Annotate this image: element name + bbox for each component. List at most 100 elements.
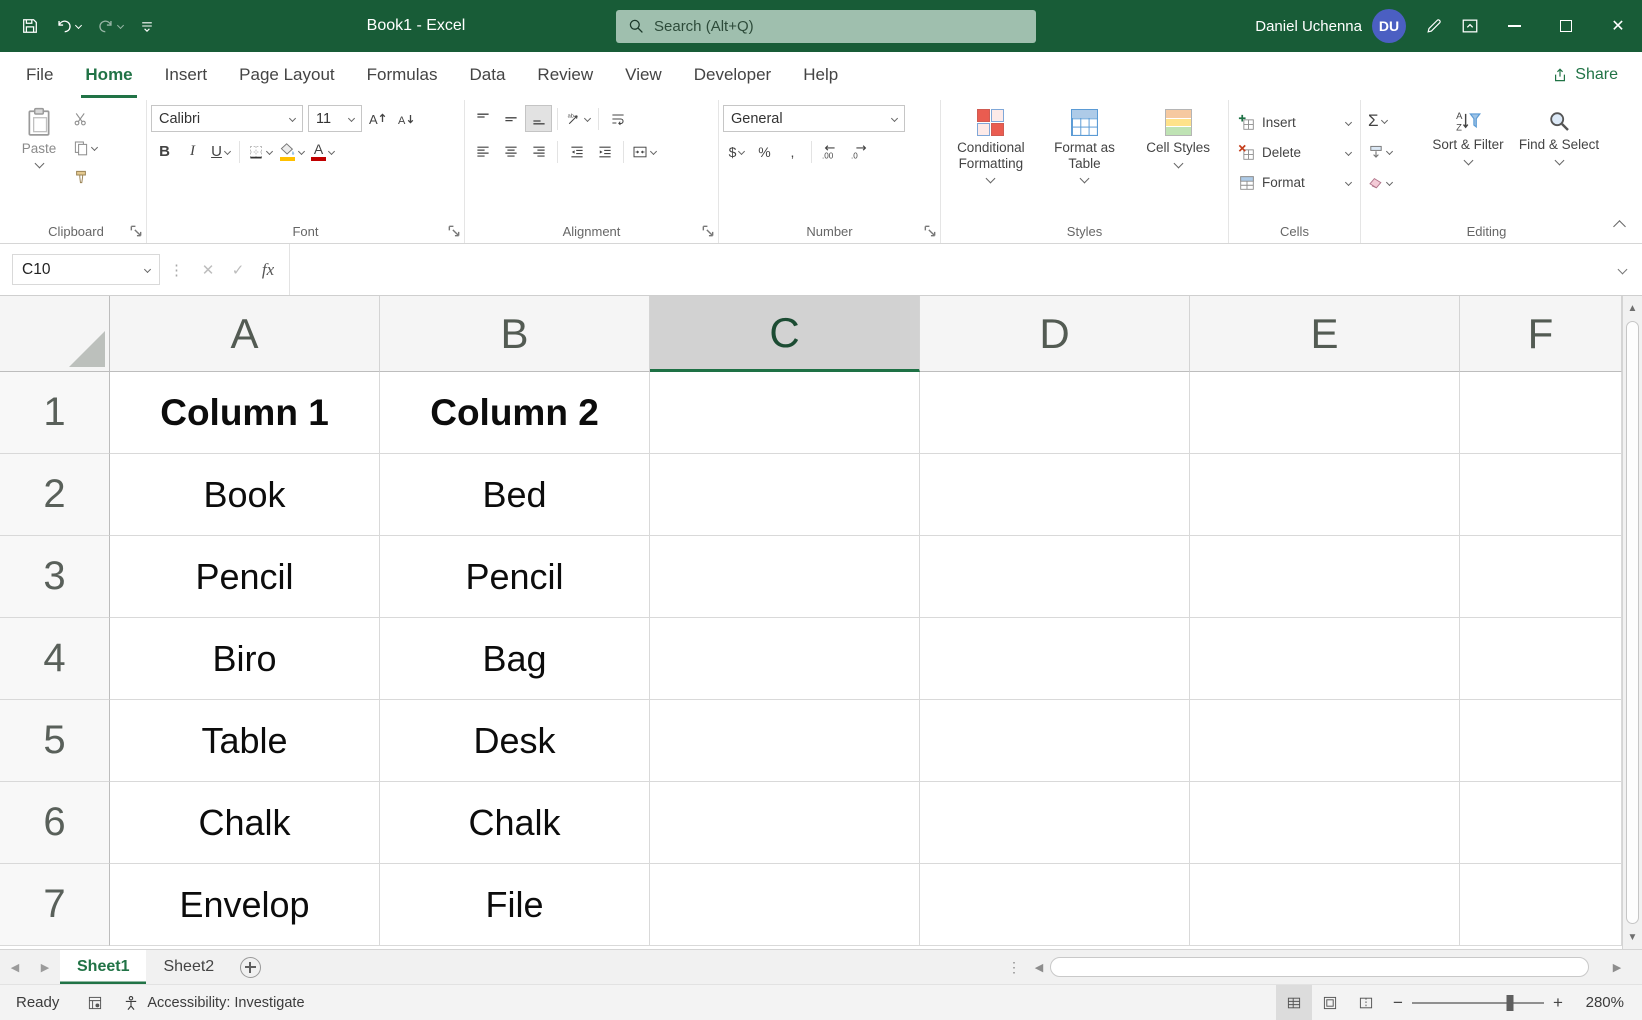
inking-button[interactable] bbox=[1418, 11, 1450, 41]
cell[interactable] bbox=[650, 782, 920, 864]
cell[interactable] bbox=[1190, 536, 1460, 618]
cell[interactable] bbox=[920, 454, 1190, 536]
cell[interactable] bbox=[1460, 372, 1622, 454]
format-painter-button[interactable] bbox=[70, 163, 100, 190]
number-format-select[interactable]: General bbox=[723, 105, 905, 132]
cell[interactable]: Column 1 bbox=[110, 372, 380, 454]
cell[interactable]: File bbox=[380, 864, 650, 946]
merge-center-button[interactable] bbox=[629, 138, 659, 165]
tab-scrollbar-splitter[interactable]: ⋮ bbox=[1000, 950, 1028, 984]
ribbon-display-options-button[interactable] bbox=[1454, 11, 1486, 41]
vertical-scrollbar[interactable]: ▲ ▼ bbox=[1622, 296, 1642, 949]
search-input[interactable] bbox=[654, 18, 1024, 35]
tab-data[interactable]: Data bbox=[454, 52, 522, 98]
comma-style-button[interactable]: , bbox=[779, 138, 806, 165]
sheet-tab-sheet2[interactable]: Sheet2 bbox=[146, 950, 231, 984]
column-header-d[interactable]: D bbox=[920, 296, 1190, 372]
clear-button[interactable] bbox=[1365, 169, 1421, 196]
redo-button[interactable] bbox=[90, 11, 130, 41]
underline-button[interactable]: U bbox=[207, 138, 234, 165]
paste-button[interactable]: Paste bbox=[10, 102, 68, 219]
horizontal-scrollbar[interactable]: ◀ ▶ bbox=[1028, 950, 1628, 984]
tab-formulas[interactable]: Formulas bbox=[351, 52, 454, 98]
cell[interactable] bbox=[1190, 782, 1460, 864]
horizontal-scroll-thumb[interactable] bbox=[1050, 957, 1589, 977]
sheet-tab-sheet1[interactable]: Sheet1 bbox=[60, 950, 146, 984]
cell[interactable] bbox=[920, 864, 1190, 946]
align-right-button[interactable] bbox=[525, 138, 552, 165]
italic-button[interactable]: I bbox=[179, 138, 206, 165]
select-all-button[interactable] bbox=[0, 296, 110, 372]
increase-indent-button[interactable] bbox=[591, 138, 618, 165]
formula-bar-expand-chevron[interactable] bbox=[1618, 265, 1628, 275]
tab-page-layout[interactable]: Page Layout bbox=[223, 52, 350, 98]
cell[interactable] bbox=[650, 536, 920, 618]
column-header-b[interactable]: B bbox=[380, 296, 650, 372]
cell[interactable] bbox=[1460, 618, 1622, 700]
cell[interactable] bbox=[920, 372, 1190, 454]
collapse-ribbon-button[interactable] bbox=[1613, 220, 1626, 233]
user-name[interactable]: Daniel Uchenna bbox=[1255, 18, 1362, 35]
zoom-level[interactable]: 280% bbox=[1572, 994, 1642, 1011]
minimize-button[interactable] bbox=[1490, 0, 1538, 52]
cell[interactable] bbox=[1460, 536, 1622, 618]
cell[interactable] bbox=[920, 782, 1190, 864]
cell[interactable] bbox=[650, 454, 920, 536]
scroll-up-icon[interactable]: ▲ bbox=[1623, 296, 1642, 320]
autosum-button[interactable]: Σ bbox=[1365, 107, 1421, 134]
close-button[interactable]: ✕ bbox=[1594, 0, 1642, 52]
add-sheet-button[interactable] bbox=[231, 950, 269, 984]
percent-style-button[interactable]: % bbox=[751, 138, 778, 165]
cell[interactable] bbox=[1190, 618, 1460, 700]
page-layout-view-button[interactable] bbox=[1312, 985, 1348, 1020]
find-select-button[interactable]: Find & Select bbox=[1515, 102, 1603, 219]
cancel-button[interactable]: ✕ bbox=[193, 255, 223, 285]
font-name-select[interactable]: Calibri bbox=[151, 105, 303, 132]
horizontal-scroll-track[interactable] bbox=[1050, 956, 1606, 978]
font-dialog-launcher[interactable] bbox=[446, 223, 461, 238]
macro-record-button[interactable] bbox=[79, 995, 111, 1011]
scroll-down-icon[interactable]: ▼ bbox=[1623, 925, 1642, 949]
cell[interactable]: Book bbox=[110, 454, 380, 536]
row-header[interactable]: 3 bbox=[0, 536, 110, 618]
cell[interactable]: Bed bbox=[380, 454, 650, 536]
customize-toolbar-button[interactable] bbox=[132, 12, 162, 40]
align-center-button[interactable] bbox=[497, 138, 524, 165]
increase-font-size-button[interactable] bbox=[363, 105, 390, 132]
bold-button[interactable]: B bbox=[151, 138, 178, 165]
sort-filter-button[interactable]: Sort & Filter bbox=[1424, 102, 1512, 219]
cell[interactable]: Bag bbox=[380, 618, 650, 700]
avatar[interactable]: DU bbox=[1372, 9, 1406, 43]
middle-align-button[interactable] bbox=[497, 105, 524, 132]
column-header-c[interactable]: C bbox=[650, 296, 920, 372]
share-button[interactable]: Share bbox=[1552, 52, 1618, 98]
number-dialog-launcher[interactable] bbox=[922, 223, 937, 238]
bottom-align-button[interactable] bbox=[525, 105, 552, 132]
cell[interactable] bbox=[1460, 454, 1622, 536]
fill-color-button[interactable] bbox=[276, 138, 307, 165]
cell[interactable] bbox=[920, 618, 1190, 700]
zoom-in-button[interactable]: + bbox=[1544, 993, 1572, 1013]
conditional-formatting-button[interactable]: Conditional Formatting bbox=[945, 102, 1037, 219]
name-box[interactable]: C10 bbox=[12, 254, 160, 285]
tab-insert[interactable]: Insert bbox=[149, 52, 224, 98]
clipboard-dialog-launcher[interactable] bbox=[128, 223, 143, 238]
cell[interactable] bbox=[650, 372, 920, 454]
cell[interactable]: Table bbox=[110, 700, 380, 782]
decrease-decimal-button[interactable] bbox=[846, 138, 874, 165]
normal-view-button[interactable] bbox=[1276, 985, 1312, 1020]
delete-cells-button[interactable]: Delete bbox=[1233, 140, 1356, 165]
tab-view[interactable]: View bbox=[609, 52, 678, 98]
tab-review[interactable]: Review bbox=[521, 52, 609, 98]
formula-bar-splitter[interactable]: ⋮ bbox=[160, 261, 193, 279]
cell[interactable]: Chalk bbox=[110, 782, 380, 864]
zoom-slider-thumb[interactable] bbox=[1506, 995, 1513, 1011]
insert-cells-button[interactable]: Insert bbox=[1233, 110, 1356, 135]
column-header-a[interactable]: A bbox=[110, 296, 380, 372]
sheet-nav-right-icon[interactable]: ▶ bbox=[30, 950, 60, 984]
cell[interactable]: Pencil bbox=[380, 536, 650, 618]
cell-styles-button[interactable]: Cell Styles bbox=[1132, 102, 1224, 219]
row-header[interactable]: 7 bbox=[0, 864, 110, 946]
align-left-button[interactable] bbox=[469, 138, 496, 165]
cell[interactable] bbox=[1460, 782, 1622, 864]
